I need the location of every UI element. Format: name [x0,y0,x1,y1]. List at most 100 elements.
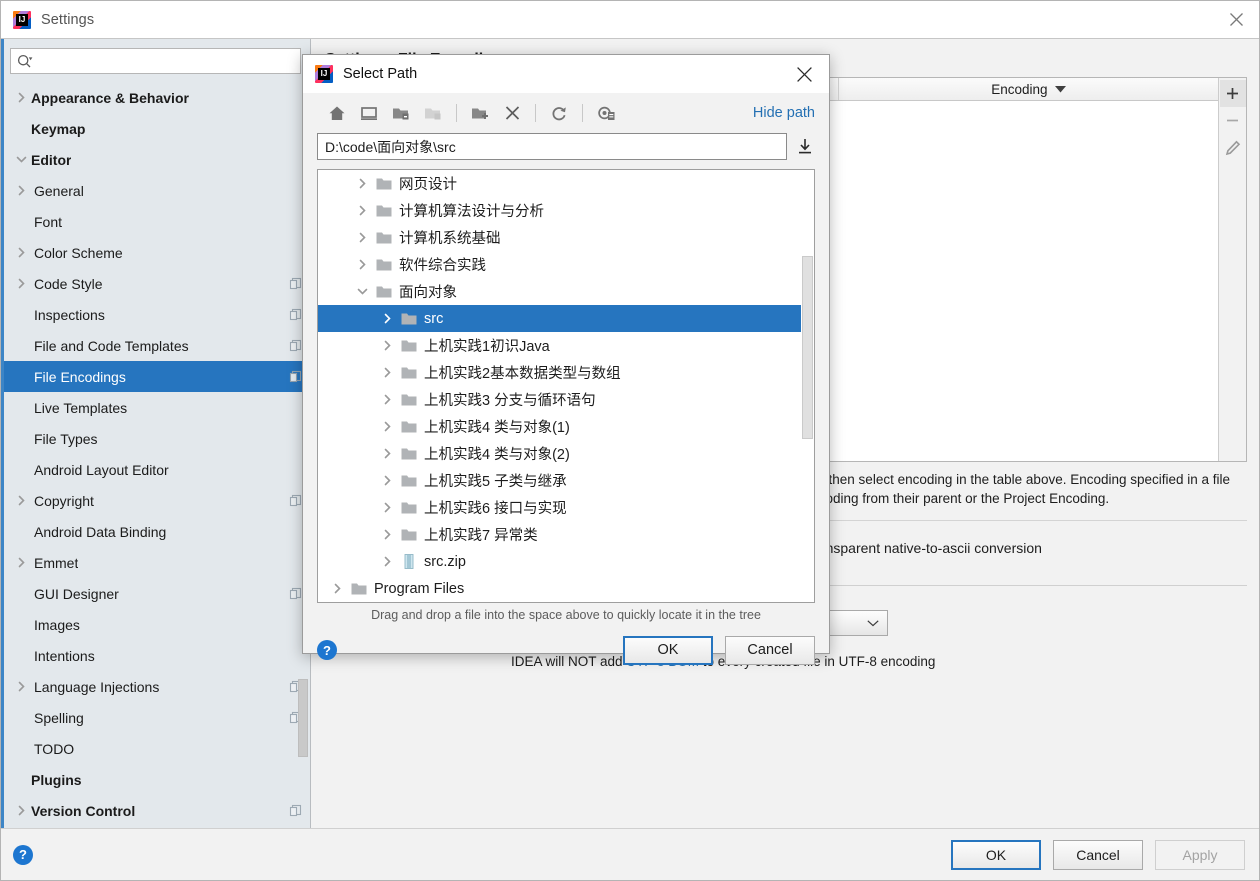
file-tree-row[interactable]: 上机实践4 类与对象(2) [318,440,814,467]
select-path-dialog: Select Path [302,54,830,665]
chevron-right-icon[interactable] [376,313,398,324]
folder-icon [398,339,420,353]
chevron-right-icon[interactable] [351,205,373,216]
sidebar-item-live-templates[interactable]: Live Templates [1,392,310,423]
new-folder-button[interactable] [464,98,496,128]
sidebar-item-emmet[interactable]: Emmet [1,547,310,578]
chevron-right-icon[interactable] [13,185,29,196]
add-path-button[interactable] [1219,80,1246,107]
chevron-right-icon[interactable] [376,448,398,459]
chevron-down-icon[interactable] [13,154,29,165]
sidebar-item-file-and-code-templates[interactable]: File and Code Templates [1,330,310,361]
edit-path-button[interactable] [1220,134,1246,161]
chevron-right-icon[interactable] [376,556,398,567]
dialog-ok-button[interactable]: OK [623,635,713,665]
file-tree-row[interactable]: 上机实践1初识Java [318,332,814,359]
chevron-right-icon[interactable] [376,340,398,351]
show-hidden-button[interactable] [590,98,622,128]
sidebar-item-font[interactable]: Font [1,206,310,237]
sidebar-item-images[interactable]: Images [1,609,310,640]
chevron-right-icon[interactable] [376,529,398,540]
sidebar-item-gui-designer[interactable]: GUI Designer [1,578,310,609]
chevron-down-icon[interactable] [351,286,373,297]
sidebar-item-inspections[interactable]: Inspections [1,299,310,330]
chevron-right-icon[interactable] [13,805,29,816]
file-tree-row[interactable]: 上机实践2基本数据类型与数组 [318,359,814,386]
chevron-right-icon[interactable] [326,583,348,594]
chevron-right-icon [359,232,366,243]
column-header-encoding[interactable]: Encoding [839,78,1218,100]
sidebar-item-copyright[interactable]: Copyright [1,485,310,516]
path-input[interactable]: D:\code\面向对象\src [317,133,787,160]
chevron-right-icon[interactable] [376,421,398,432]
file-tree-row[interactable]: 上机实践3 分支与循环语句 [318,386,814,413]
sidebar-item-file-encodings[interactable]: File Encodings [1,361,310,392]
sidebar-item-appearance-behavior[interactable]: Appearance & Behavior [1,82,310,113]
sidebar-item-language-injections[interactable]: Language Injections [1,671,310,702]
dialog-close-button[interactable] [785,55,823,93]
chevron-right-icon[interactable] [13,495,29,506]
file-tree-row[interactable]: 上机实践6 接口与实现 [318,494,814,521]
chevron-right-icon[interactable] [376,394,398,405]
cancel-button[interactable]: Cancel [1053,839,1143,870]
sidebar-item-version-control[interactable]: Version Control [1,795,310,826]
collapse-folder-button[interactable] [385,98,417,128]
chevron-right-icon[interactable] [13,247,29,258]
sidebar-item-code-style[interactable]: Code Style [1,268,310,299]
sidebar-item-android-data-binding[interactable]: Android Data Binding [1,516,310,547]
sidebar-item-android-layout-editor[interactable]: Android Layout Editor [1,454,310,485]
path-history-button[interactable] [795,138,815,155]
chevron-right-icon[interactable] [13,557,29,568]
file-tree-row[interactable]: Program Files [318,575,814,602]
sidebar-scrollbar-thumb[interactable] [298,679,308,757]
file-tree-row[interactable]: 上机实践4 类与对象(1) [318,413,814,440]
file-tree-row[interactable]: 计算机算法设计与分析 [318,197,814,224]
window-titlebar: Settings [1,1,1259,38]
sidebar-item-general[interactable]: General [1,175,310,206]
chevron-right-icon[interactable] [376,367,398,378]
chevron-right-icon[interactable] [13,278,29,289]
chevron-right-icon[interactable] [351,259,373,270]
chevron-right-icon[interactable] [351,178,373,189]
sidebar-item-editor[interactable]: Editor [1,144,310,175]
delete-button[interactable] [496,98,528,128]
dialog-help-button[interactable]: ? [317,640,337,660]
file-tree-row[interactable]: 计算机系统基础 [318,224,814,251]
sidebar-item-keymap[interactable]: Keymap [1,113,310,144]
refresh-button[interactable] [543,98,575,128]
chevron-right-icon[interactable] [13,681,29,692]
sidebar-item-todo[interactable]: TODO [1,733,310,764]
sidebar-item-spelling[interactable]: Spelling [1,702,310,733]
ok-button[interactable]: OK [951,839,1041,870]
file-tree-row[interactable]: 上机实践5 子类与继承 [318,467,814,494]
help-button[interactable]: ? [13,844,33,865]
file-tree-row[interactable]: 面向对象 [318,278,814,305]
chevron-right-icon[interactable] [376,475,398,486]
file-tree-scrollbar[interactable] [801,170,814,602]
file-tree-row[interactable]: 上机实践7 异常类 [318,521,814,548]
file-tree-row[interactable]: 软件综合实践 [318,251,814,278]
remove-path-button[interactable] [1220,107,1246,134]
chevron-right-icon[interactable] [13,92,29,103]
desktop-button[interactable] [353,98,385,128]
sidebar-item-plugins[interactable]: Plugins [1,764,310,795]
dialog-cancel-button[interactable]: Cancel [725,635,815,665]
settings-category-tree[interactable]: Appearance & Behavior Keymap Editor General… [1,80,310,828]
search-input[interactable] [34,52,294,70]
file-tree[interactable]: 网页设计 计算机算法设计与分析 计算机系统基础 软件综合实践 面向对象 src 上机实践1初… [317,169,815,603]
chevron-right-icon[interactable] [376,502,398,513]
sidebar-item-file-types[interactable]: File Types [1,423,310,454]
chevron-right-icon[interactable] [351,232,373,243]
window-close-button[interactable] [1213,1,1259,38]
hide-path-link[interactable]: Hide path [753,105,815,121]
search-box[interactable] [10,48,301,74]
chevron-right-icon [334,583,341,594]
file-tree-row[interactable]: src.zip [318,548,814,575]
sidebar-item-intentions[interactable]: Intentions [1,640,310,671]
file-tree-row[interactable]: src [318,305,814,332]
path-row: D:\code\面向对象\src [317,133,815,160]
sidebar-item-color-scheme[interactable]: Color Scheme [1,237,310,268]
file-tree-scrollbar-thumb[interactable] [802,256,813,439]
file-tree-row[interactable]: 网页设计 [318,170,814,197]
home-button[interactable] [321,98,353,128]
